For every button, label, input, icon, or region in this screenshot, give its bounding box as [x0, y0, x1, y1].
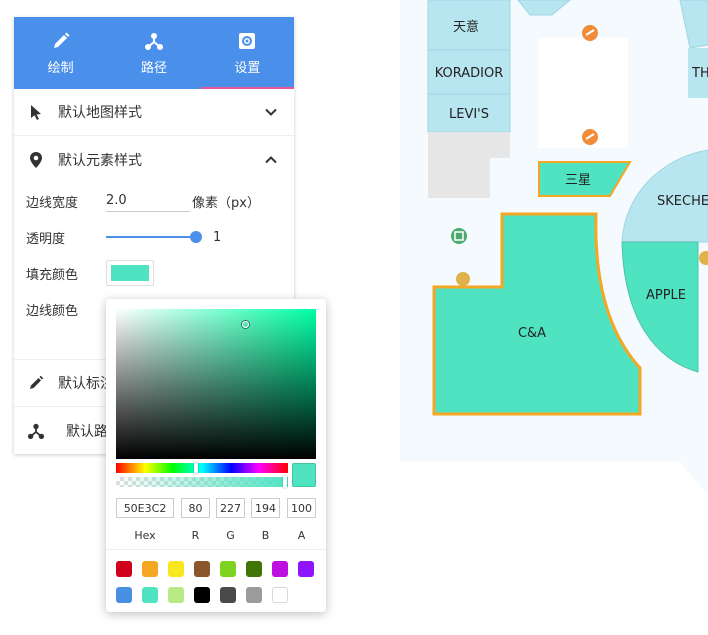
preset-color-swatch[interactable] [142, 561, 158, 577]
poi-icon[interactable] [582, 25, 598, 41]
color-picker: Hex R G B A [106, 299, 326, 612]
alpha-slider[interactable] [116, 476, 288, 488]
floor-notch [680, 462, 708, 495]
route-icon [27, 423, 45, 439]
preset-color-swatch[interactable] [116, 561, 132, 577]
shop-label: SKECHE [657, 194, 708, 209]
pencil-icon [53, 32, 70, 48]
preset-color-swatch[interactable] [220, 561, 236, 577]
preset-color-swatch[interactable] [142, 587, 158, 603]
hex-input[interactable] [116, 498, 174, 518]
slider-thumb[interactable] [190, 231, 202, 243]
a-label: A [297, 529, 306, 542]
hue-slider[interactable] [116, 462, 288, 474]
tab-settings[interactable]: 设置 [200, 17, 295, 89]
map-pin-icon [30, 151, 42, 168]
divider [106, 549, 326, 550]
slider-track [106, 236, 196, 238]
fill-color-swatch[interactable] [106, 260, 154, 286]
r-input[interactable] [181, 498, 210, 518]
section-label: 默认元素样式 [58, 152, 142, 169]
border-width-input[interactable] [106, 190, 190, 212]
shop-label: LEVI'S [449, 107, 489, 122]
alpha-thumb[interactable] [283, 476, 287, 488]
border-width-label: 边线宽度 [26, 195, 79, 211]
shop-label: C&A [518, 326, 546, 341]
preset-color-swatch[interactable] [246, 587, 262, 603]
atrium [538, 38, 628, 148]
preset-color-swatch[interactable] [194, 587, 210, 603]
shop-label: TH [691, 66, 708, 81]
tab-label: 路径 [140, 60, 167, 76]
preset-color-swatch[interactable] [272, 561, 288, 577]
preset-color-swatch[interactable] [194, 561, 210, 577]
poi-icon[interactable] [451, 228, 467, 244]
preset-color-swatch[interactable] [246, 561, 262, 577]
shop-label: 天意 [453, 19, 479, 35]
g-label: G [226, 529, 235, 542]
preset-color-swatch[interactable] [168, 587, 184, 603]
a-input[interactable] [287, 498, 316, 518]
preset-color-swatch[interactable] [298, 561, 314, 577]
g-input[interactable] [216, 498, 245, 518]
hex-label: Hex [134, 529, 156, 542]
opacity-value: 1 [213, 229, 222, 245]
section-label: 默认地图样式 [58, 105, 142, 121]
opacity-label: 透明度 [26, 231, 66, 247]
opacity-slider[interactable] [106, 229, 202, 245]
fill-color-label: 填充颜色 [26, 267, 79, 283]
poi-icon[interactable] [456, 272, 470, 286]
chevron-down-icon [265, 108, 277, 116]
preset-color-swatch[interactable] [220, 587, 236, 603]
r-label: R [191, 529, 200, 542]
border-width-row: 边线宽度 像素（px） [14, 183, 294, 219]
tab-bar: 绘制 路径 设置 [14, 17, 295, 89]
pencil-icon [30, 375, 44, 389]
gear-icon [239, 32, 256, 49]
shop-label: 三星 [565, 173, 591, 188]
section-map-style[interactable]: 默认地图样式 [14, 89, 294, 136]
chevron-up-icon [265, 155, 277, 163]
poi-icon[interactable] [582, 129, 598, 145]
opacity-row: 透明度 1 [14, 219, 294, 255]
preset-color-swatch[interactable] [116, 587, 132, 603]
hue-thumb[interactable] [194, 462, 198, 474]
fill-color-row: 填充颜色 [14, 255, 294, 291]
tab-route[interactable]: 路径 [107, 17, 200, 89]
border-color-label: 边线颜色 [26, 303, 79, 319]
tab-label: 设置 [234, 60, 261, 76]
shop-label: KORADIOR [435, 66, 504, 81]
preset-color-swatch[interactable] [168, 561, 184, 577]
cursor-icon [31, 105, 41, 120]
b-input[interactable] [251, 498, 280, 518]
current-color-swatch [292, 463, 316, 487]
saturation-value-area[interactable] [116, 309, 316, 459]
section-element-style-head[interactable]: 默认元素样式 [14, 136, 294, 183]
preset-color-swatch[interactable] [272, 587, 288, 603]
shop-label: APPLE [646, 288, 686, 303]
b-label: B [261, 529, 270, 542]
border-width-unit: 像素（px） [192, 195, 260, 211]
swatch-fill [111, 265, 149, 281]
route-icon [144, 32, 163, 50]
tab-draw[interactable]: 绘制 [14, 17, 107, 89]
tab-label: 绘制 [47, 60, 74, 76]
sv-cursor[interactable] [242, 321, 249, 328]
